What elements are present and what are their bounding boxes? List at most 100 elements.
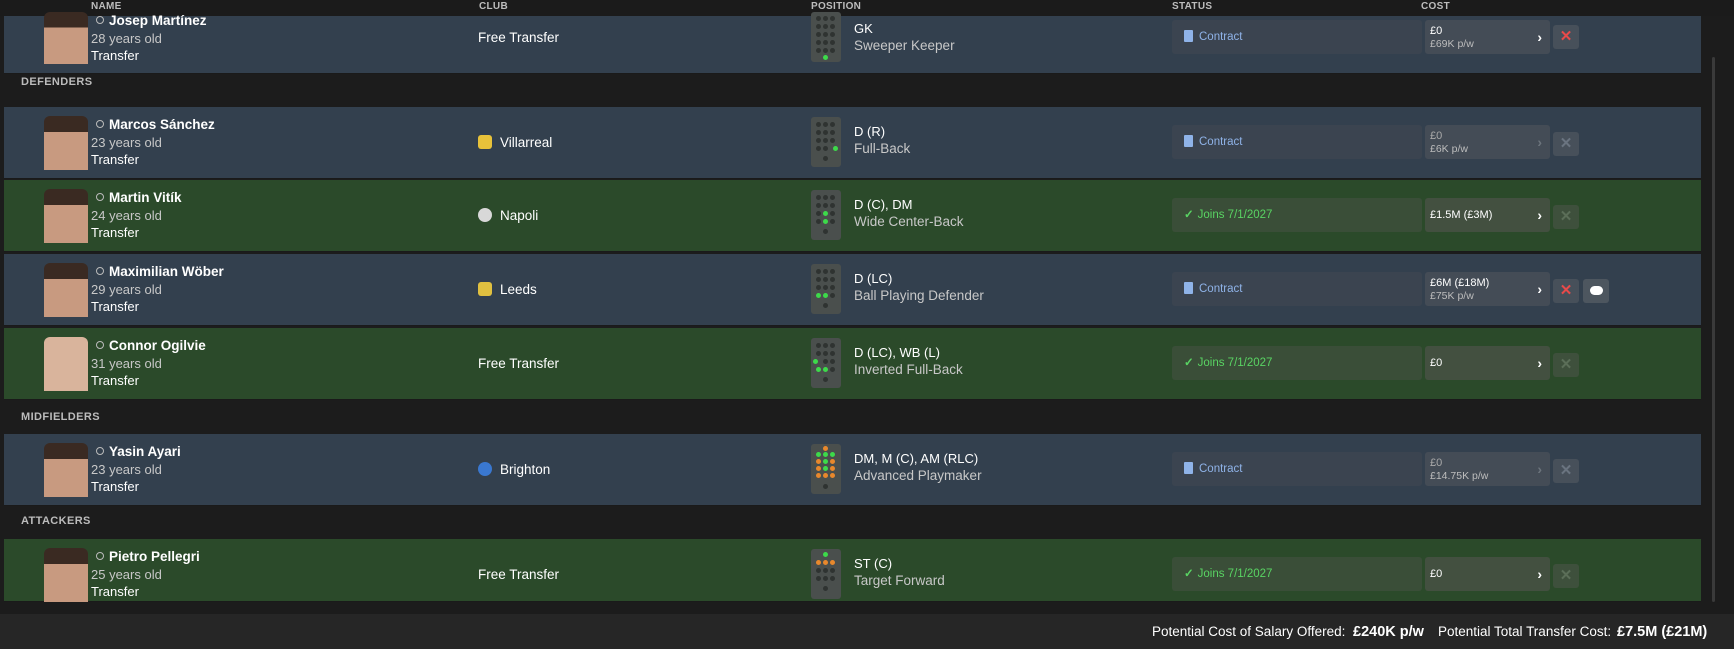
status-cell[interactable]: ✓ Joins 7/1/2027	[1172, 198, 1422, 232]
player-age: 28 years old	[91, 31, 162, 46]
section-attackers: ATTACKERS	[21, 515, 91, 527]
column-cost[interactable]: COST	[1421, 1, 1450, 12]
status-cell[interactable]: Contract	[1172, 20, 1422, 54]
contract-icon	[1184, 282, 1193, 294]
cost-fee: £0	[1430, 568, 1443, 580]
cost-cell[interactable]: £0 £14.75K p/w ›	[1425, 452, 1550, 486]
avatar	[44, 548, 88, 602]
player-name[interactable]: Marcos Sánchez	[96, 117, 215, 132]
position-short: ST (C)	[854, 556, 893, 571]
player-name[interactable]: Maximilian Wöber	[96, 264, 224, 279]
player-name[interactable]: Connor Ogilvie	[96, 338, 206, 353]
table-row[interactable]: Martin Vitík 24 years old Transfer Napol…	[4, 180, 1701, 252]
status-text: Joins 7/1/2027	[1197, 357, 1273, 369]
cost-cell[interactable]: £0 ›	[1425, 346, 1550, 380]
cost-fee: £0	[1430, 25, 1443, 37]
villarreal-badge-icon	[478, 135, 492, 149]
cost-fee: £6M (£18M)	[1430, 277, 1490, 289]
club-name[interactable]: Leeds	[478, 282, 537, 297]
table-row[interactable]: Maximilian Wöber 29 years old Transfer L…	[4, 254, 1701, 326]
chevron-right-icon: ›	[1537, 281, 1542, 297]
club-name[interactable]: Napoli	[478, 208, 538, 223]
contract-icon	[1184, 462, 1193, 474]
player-status-icon	[96, 16, 104, 24]
cost-fee: £0	[1430, 130, 1443, 142]
club-name-text: Leeds	[500, 282, 537, 297]
player-name[interactable]: Josep Martínez	[96, 13, 207, 28]
club-name[interactable]: Free Transfer	[478, 30, 559, 45]
position-role: Wide Center-Back	[854, 214, 964, 229]
club-name[interactable]: Free Transfer	[478, 356, 559, 371]
cancel-offer-button[interactable]: ✕	[1553, 205, 1579, 229]
table-row[interactable]: Josep Martínez 28 years old Transfer Fre…	[4, 12, 1701, 74]
chevron-right-icon: ›	[1537, 134, 1542, 150]
transfer-type: Transfer	[91, 584, 139, 599]
player-name[interactable]: Pietro Pellegri	[96, 549, 200, 564]
status-text: Contract	[1199, 283, 1243, 295]
cancel-offer-button[interactable]: ✕	[1553, 279, 1579, 303]
cost-cell[interactable]: £0 ›	[1425, 557, 1550, 591]
position-short: DM, M (C), AM (RLC)	[854, 451, 979, 466]
cancel-offer-button[interactable]: ✕	[1553, 459, 1579, 483]
table-row[interactable]: Connor Ogilvie 31 years old Transfer Fre…	[4, 328, 1701, 400]
status-cell[interactable]: ✓ Joins 7/1/2027	[1172, 346, 1422, 380]
column-position[interactable]: POSITION	[811, 1, 861, 12]
player-status-icon	[96, 552, 104, 560]
status-cell[interactable]: Contract	[1172, 272, 1422, 306]
column-club[interactable]: CLUB	[479, 1, 508, 12]
status-cell[interactable]: ✓ Joins 7/1/2027	[1172, 557, 1422, 591]
club-name[interactable]: Villarreal	[478, 135, 552, 150]
column-name[interactable]: NAME	[91, 1, 122, 12]
player-name[interactable]: Martin Vitík	[96, 190, 182, 205]
cost-cell[interactable]: £0 £69K p/w ›	[1425, 20, 1550, 54]
cancel-offer-button[interactable]: ✕	[1553, 25, 1579, 49]
transfer-cost-value: £7.5M (£21M)	[1617, 624, 1708, 640]
scrollbar[interactable]	[1712, 57, 1715, 602]
chat-bubble-icon[interactable]	[1583, 279, 1609, 303]
position-short: D (LC)	[854, 271, 893, 286]
club-name[interactable]: Free Transfer	[478, 567, 559, 582]
chevron-right-icon: ›	[1537, 355, 1542, 371]
player-status-icon	[96, 447, 104, 455]
status-cell[interactable]: Contract	[1172, 125, 1422, 159]
cancel-offer-button[interactable]: ✕	[1553, 132, 1579, 156]
cost-cell[interactable]: £6M (£18M) £75K p/w ›	[1425, 272, 1550, 306]
status-text: Contract	[1199, 136, 1243, 148]
cancel-offer-button[interactable]: ✕	[1553, 353, 1579, 377]
player-name[interactable]: Yasin Ayari	[96, 444, 181, 459]
position-pitch-icon	[811, 117, 841, 167]
cost-cell[interactable]: £0 £6K p/w ›	[1425, 125, 1550, 159]
brighton-badge-icon	[478, 462, 492, 476]
leeds-badge-icon	[478, 282, 492, 296]
table-row[interactable]: Yasin Ayari 23 years old Transfer Bright…	[4, 434, 1701, 506]
table-row[interactable]: Pietro Pellegri 25 years old Transfer Fr…	[4, 539, 1701, 602]
transfer-type: Transfer	[91, 479, 139, 494]
position-role: Full-Back	[854, 141, 911, 156]
chevron-right-icon: ›	[1537, 566, 1542, 582]
avatar	[44, 116, 88, 170]
player-name-text: Connor Ogilvie	[109, 338, 206, 353]
player-status-icon	[96, 120, 104, 128]
column-status[interactable]: STATUS	[1172, 1, 1212, 12]
position-short: GK	[854, 21, 873, 36]
player-age: 31 years old	[91, 356, 162, 371]
section-defenders: DEFENDERS	[21, 76, 93, 88]
player-age: 25 years old	[91, 567, 162, 582]
player-name-text: Pietro Pellegri	[109, 549, 200, 564]
player-name-text: Maximilian Wöber	[109, 264, 224, 279]
cost-fee: £1.5M (£3M)	[1430, 209, 1493, 221]
status-cell[interactable]: Contract	[1172, 452, 1422, 486]
avatar	[44, 337, 88, 391]
position-role: Advanced Playmaker	[854, 468, 982, 483]
transfer-type: Transfer	[91, 152, 139, 167]
cancel-offer-button[interactable]: ✕	[1553, 564, 1579, 588]
cost-cell[interactable]: £1.5M (£3M) ›	[1425, 198, 1550, 232]
club-name[interactable]: Brighton	[478, 462, 550, 477]
player-age: 23 years old	[91, 135, 162, 150]
table-row[interactable]: Marcos Sánchez 23 years old Transfer Vil…	[4, 107, 1701, 179]
player-age: 24 years old	[91, 208, 162, 223]
cost-wage: £69K p/w	[1430, 38, 1474, 50]
status-text: Joins 7/1/2027	[1197, 209, 1273, 221]
player-status-icon	[96, 267, 104, 275]
cost-wage: £14.75K p/w	[1430, 470, 1489, 482]
